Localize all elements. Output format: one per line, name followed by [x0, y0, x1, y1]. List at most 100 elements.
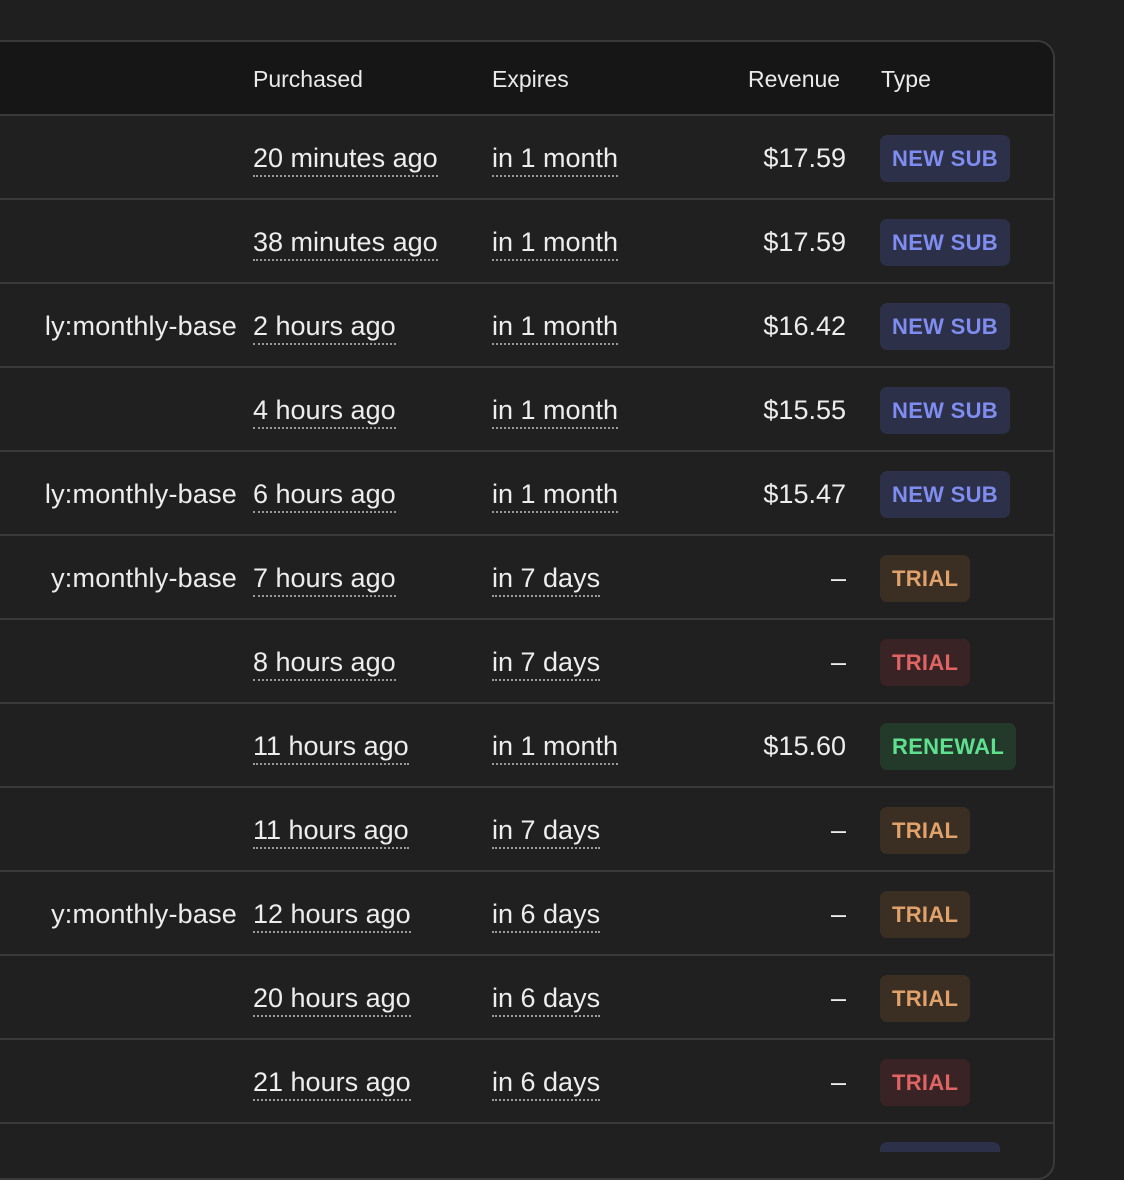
- expires-time-label[interactable]: in 1 month: [492, 478, 619, 514]
- expires-time-label[interactable]: in 1 month: [492, 730, 619, 766]
- table-row[interactable]: y:monthly-base 12 hours ago in 6 days – …: [0, 872, 1053, 956]
- expires-time: in 1 month: [492, 368, 619, 450]
- purchased-time: 21 hours ago: [253, 1040, 411, 1122]
- table-row[interactable]: 8 hours ago in 7 days – TRIAL: [0, 620, 1053, 704]
- purchased-time: 4 hours ago: [253, 368, 396, 450]
- type-badge: NEW SUB: [880, 135, 1010, 182]
- purchased-time-label[interactable]: 8 hours ago: [253, 646, 396, 682]
- purchased-time: 12 hours ago: [253, 872, 411, 954]
- table-row[interactable]: 21 hours ago in 6 days – TRIAL: [0, 1040, 1053, 1124]
- expires-time-label[interactable]: in 7 days: [492, 562, 601, 598]
- expires-time-label[interactable]: in 1 month: [492, 142, 619, 178]
- revenue-value: $16.42: [763, 311, 846, 341]
- expires-time-label[interactable]: in 7 days: [492, 814, 601, 850]
- purchased-time: 38 minutes ago: [253, 200, 438, 282]
- table-row[interactable]: 4 hours ago in 1 month $15.55 NEW SUB: [0, 368, 1053, 452]
- table-row[interactable]: 11 hours ago in 7 days – TRIAL: [0, 788, 1053, 872]
- expires-time-label[interactable]: in 6 days: [492, 982, 601, 1018]
- product-id: [0, 788, 237, 870]
- purchased-time-label[interactable]: 12 hours ago: [253, 898, 411, 934]
- purchased-time-label[interactable]: 20 minutes ago: [253, 142, 438, 178]
- revenue-value: –: [830, 647, 846, 677]
- purchased-time-label[interactable]: 11 hours ago: [253, 814, 409, 850]
- expires-time: in 6 days: [492, 1040, 601, 1122]
- purchased-time-label[interactable]: 21 hours ago: [253, 1066, 411, 1102]
- purchased-time-label[interactable]: 38 minutes ago: [253, 226, 438, 262]
- purchased-time: 2 hours ago: [253, 284, 396, 366]
- expires-time-label[interactable]: in 6 days: [492, 1066, 601, 1102]
- purchased-time-label[interactable]: 4 hours ago: [253, 394, 396, 430]
- revenue-value: $15.55: [763, 395, 846, 425]
- type-badge: TRIAL: [880, 1059, 971, 1106]
- expires-time: in 1 month: [492, 200, 619, 282]
- expires-time: in 7 days: [492, 620, 601, 702]
- type-badge: NEW SUB: [880, 219, 1010, 266]
- table-body: 20 minutes ago in 1 month $17.59 NEW SUB…: [0, 116, 1053, 1124]
- revenue-value: $17.59: [763, 227, 846, 257]
- expires-time-label[interactable]: in 1 month: [492, 226, 619, 262]
- purchased-time: 6 hours ago: [253, 452, 396, 534]
- purchased-time: 8 hours ago: [253, 620, 396, 702]
- type-badge: TRIAL: [880, 639, 971, 686]
- expires-time-label[interactable]: in 7 days: [492, 646, 601, 682]
- product-id: y:monthly-base: [51, 899, 237, 929]
- expires-time-label[interactable]: in 1 month: [492, 394, 619, 430]
- table-header-row: Purchased Expires Revenue Type: [0, 42, 1053, 116]
- column-header-expires[interactable]: Expires: [492, 42, 569, 114]
- expires-time: in 1 month: [492, 452, 619, 534]
- purchased-time: 20 minutes ago: [253, 116, 438, 198]
- type-badge: TRIAL: [880, 555, 971, 602]
- purchased-time-label[interactable]: 2 hours ago: [253, 310, 396, 346]
- column-header-purchased[interactable]: Purchased: [253, 42, 363, 114]
- type-badge: NEW SUB: [880, 471, 1010, 518]
- expires-time-label[interactable]: in 6 days: [492, 898, 601, 934]
- purchased-time-label[interactable]: 6 hours ago: [253, 478, 396, 514]
- purchased-time: 20 hours ago: [253, 956, 411, 1038]
- expires-time: in 1 month: [492, 704, 619, 786]
- expires-time: in 6 days: [492, 956, 601, 1038]
- revenue-value: –: [830, 1067, 846, 1097]
- table-row[interactable]: 11 hours ago in 1 month $15.60 RENEWAL: [0, 704, 1053, 788]
- revenue-value: –: [830, 815, 846, 845]
- revenue-value: $17.59: [763, 143, 846, 173]
- purchased-time: 11 hours ago: [253, 704, 409, 786]
- purchased-time-label[interactable]: 20 hours ago: [253, 982, 411, 1018]
- product-id: y:monthly-base: [51, 563, 237, 593]
- revenue-value: –: [830, 899, 846, 929]
- product-id: [0, 1040, 237, 1122]
- table-row[interactable]: 20 hours ago in 6 days – TRIAL: [0, 956, 1053, 1040]
- column-header-type[interactable]: Type: [881, 42, 931, 114]
- expires-time: in 1 month: [492, 284, 619, 366]
- expires-time: in 7 days: [492, 788, 601, 870]
- table-row[interactable]: 20 minutes ago in 1 month $17.59 NEW SUB: [0, 116, 1053, 200]
- purchased-time-label[interactable]: 11 hours ago: [253, 730, 409, 766]
- product-id: [0, 116, 237, 198]
- product-id: [0, 200, 237, 282]
- type-badge: NEW SUB: [880, 387, 1010, 434]
- product-id: ly:monthly-base: [44, 479, 237, 509]
- expires-time-label[interactable]: in 1 month: [492, 310, 619, 346]
- type-badge: NEW SUB: [880, 303, 1010, 350]
- expires-time: in 7 days: [492, 536, 601, 618]
- revenue-value: –: [830, 563, 846, 593]
- type-badge: TRIAL: [880, 975, 971, 1022]
- type-badge: TRIAL: [880, 807, 971, 854]
- revenue-value: –: [830, 983, 846, 1013]
- product-id: [0, 956, 237, 1038]
- table-row[interactable]: y:monthly-base 7 hours ago in 7 days – T…: [0, 536, 1053, 620]
- purchased-time: 7 hours ago: [253, 536, 396, 618]
- table-row[interactable]: 38 minutes ago in 1 month $17.59 NEW SUB: [0, 200, 1053, 284]
- product-id: [0, 704, 237, 786]
- product-id: ly:monthly-base: [44, 311, 237, 341]
- expires-time: in 1 month: [492, 116, 619, 198]
- product-id: [0, 368, 237, 450]
- revenue-value: $15.47: [763, 479, 846, 509]
- table-row[interactable]: ly:monthly-base 2 hours ago in 1 month $…: [0, 284, 1053, 368]
- transactions-table: Purchased Expires Revenue Type 20 minute…: [0, 40, 1055, 1180]
- column-header-revenue[interactable]: Revenue: [748, 42, 840, 114]
- revenue-value: $15.60: [763, 731, 846, 761]
- product-id: [0, 620, 237, 702]
- purchased-time-label[interactable]: 7 hours ago: [253, 562, 396, 598]
- table-row[interactable]: ly:monthly-base 6 hours ago in 1 month $…: [0, 452, 1053, 536]
- purchased-time: 11 hours ago: [253, 788, 409, 870]
